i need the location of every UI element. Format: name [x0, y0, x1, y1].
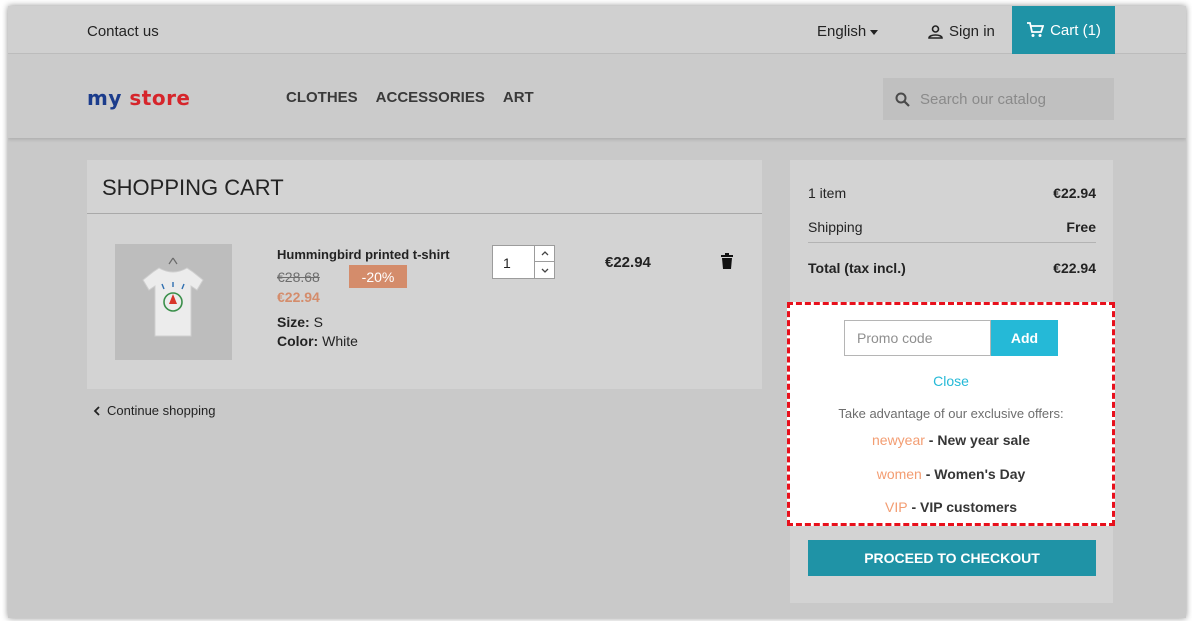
- search-box[interactable]: Search our catalog: [883, 78, 1114, 120]
- nav-item-art[interactable]: ART: [503, 89, 534, 106]
- total-row: Total (tax incl.) €22.94: [808, 260, 1096, 276]
- items-label: 1 item: [808, 185, 847, 201]
- page-frame: Contact us English Sign in Cart (1) my s…: [8, 6, 1186, 618]
- offer-desc: - VIP customers: [907, 499, 1018, 515]
- chevron-left-icon: [93, 405, 100, 416]
- quantity-buttons: [534, 246, 554, 278]
- shipping-value: Free: [1066, 219, 1096, 235]
- cart-label: Cart (1): [1050, 21, 1101, 39]
- offer-code[interactable]: women: [877, 466, 922, 482]
- shipping-row: Shipping Free: [808, 219, 1096, 235]
- color-value: White: [322, 333, 358, 349]
- offer-vip: VIP - VIP customers: [790, 499, 1112, 515]
- continue-shopping-link[interactable]: Continue shopping: [93, 403, 215, 418]
- cart-panel: SHOPPING CART Hummingbird printed t-shir…: [87, 160, 762, 389]
- language-selector[interactable]: English: [817, 23, 879, 40]
- size-attribute: Size: S: [277, 314, 323, 330]
- total-value: €22.94: [1053, 260, 1096, 276]
- top-bar: Contact us English Sign in Cart (1): [8, 6, 1186, 54]
- search-icon: [895, 92, 910, 107]
- quantity-stepper[interactable]: 1: [492, 245, 555, 279]
- proceed-to-checkout-button[interactable]: PROCEED TO CHECKOUT: [808, 540, 1096, 576]
- caret-down-icon: [870, 29, 879, 35]
- sign-in-label: Sign in: [949, 23, 995, 40]
- line-total: €22.94: [605, 254, 651, 271]
- search-input[interactable]: Search our catalog: [920, 91, 1046, 108]
- logo-part-1: my: [87, 86, 122, 110]
- offer-code[interactable]: VIP: [885, 499, 908, 515]
- product-name[interactable]: Hummingbird printed t-shirt: [277, 247, 450, 262]
- quantity-down-button[interactable]: [535, 262, 554, 278]
- offer-desc: - Women's Day: [921, 466, 1026, 482]
- promo-intro: Take advantage of our exclusive offers:: [838, 406, 1064, 421]
- product-image[interactable]: [115, 244, 232, 360]
- quantity-up-button[interactable]: [535, 246, 554, 262]
- nav-item-accessories[interactable]: ACCESSORIES: [376, 89, 485, 106]
- promo-add-button[interactable]: Add: [991, 320, 1058, 356]
- page-title: SHOPPING CART: [102, 175, 284, 200]
- tshirt-image: [115, 244, 232, 360]
- regular-price: €28.68: [277, 269, 320, 285]
- cart-button[interactable]: Cart (1): [1012, 6, 1115, 54]
- shipping-label: Shipping: [808, 219, 863, 235]
- discount-badge: -20%: [349, 265, 407, 288]
- divider: [808, 242, 1096, 243]
- continue-shopping-label: Continue shopping: [107, 403, 216, 418]
- color-attribute: Color: White: [277, 333, 358, 349]
- promo-close-link[interactable]: Close: [790, 373, 1112, 389]
- sign-in-link[interactable]: Sign in: [928, 23, 995, 40]
- total-label: Total (tax incl.): [808, 260, 906, 276]
- chevron-down-icon: [541, 268, 548, 273]
- cart-summary: 1 item €22.94 Shipping Free Total (tax i…: [787, 160, 1115, 603]
- contact-link[interactable]: Contact us: [87, 23, 159, 40]
- size-label: Size:: [277, 314, 310, 330]
- trash-icon[interactable]: [721, 253, 733, 269]
- chevron-up-icon: [541, 251, 548, 256]
- offer-newyear: newyear - New year sale: [790, 432, 1112, 448]
- product-price: €22.94: [277, 289, 320, 305]
- promo-code-section: Promo code Add Close Take advantage of o…: [787, 302, 1115, 526]
- logo-part-2: store: [129, 86, 191, 110]
- language-label: English: [817, 23, 867, 40]
- main-header: my store CLOTHES ACCESSORIES ART Search …: [8, 54, 1186, 138]
- items-value: €22.94: [1053, 185, 1096, 201]
- main-nav: CLOTHES ACCESSORIES ART: [286, 89, 552, 106]
- items-row: 1 item €22.94: [808, 185, 1096, 201]
- promo-code-input[interactable]: Promo code: [844, 320, 991, 356]
- color-label: Color:: [277, 333, 319, 349]
- store-logo[interactable]: my store: [87, 86, 191, 110]
- offer-women: women - Women's Day: [790, 466, 1112, 482]
- nav-item-clothes[interactable]: CLOTHES: [286, 89, 358, 106]
- offer-code[interactable]: newyear: [872, 432, 925, 448]
- divider: [87, 213, 762, 214]
- size-value: S: [313, 314, 323, 330]
- shopping-cart-icon: [1027, 22, 1045, 37]
- quantity-value[interactable]: 1: [503, 255, 511, 271]
- user-icon: [928, 24, 943, 39]
- offer-desc: - New year sale: [924, 432, 1030, 448]
